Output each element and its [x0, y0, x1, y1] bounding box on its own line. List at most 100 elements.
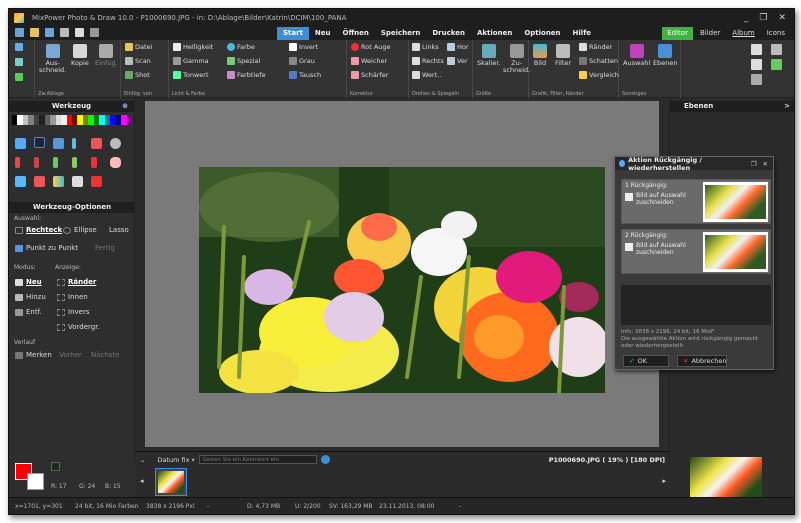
remember-button[interactable]: Merken	[15, 351, 52, 359]
cancel-button[interactable]: ✕ Abbrechen	[677, 355, 727, 367]
minimize-button[interactable]: _	[744, 13, 749, 23]
clone-tool-icon[interactable]	[72, 157, 77, 168]
menu-aktionen[interactable]: Aktionen	[471, 27, 518, 40]
brightness-button[interactable]: Helligkeit	[173, 43, 213, 51]
zoom-icon[interactable]	[15, 73, 23, 81]
filmstrip-next-icon[interactable]: ▸	[662, 477, 666, 485]
color-depth-button[interactable]: Farbtiefe	[227, 71, 266, 79]
copy-button[interactable]: Kopie	[71, 44, 89, 67]
pen-tool-icon[interactable]	[34, 157, 39, 168]
screenshot-button[interactable]: Shot	[125, 71, 150, 79]
display-borders-option[interactable]: Ränder	[57, 278, 96, 286]
fit-icon[interactable]	[15, 58, 23, 66]
brush-tool-icon[interactable]	[91, 138, 102, 149]
undo-step-2[interactable]: 2 Rückgängig: Bild auf Auswahl zuschneid…	[621, 229, 771, 274]
invert-button[interactable]: Invert	[289, 43, 318, 51]
sort-dropdown[interactable]: Datum fix	[157, 456, 189, 464]
view-compare-icon[interactable]	[751, 74, 762, 85]
layers-collapse-icon[interactable]: >	[784, 101, 790, 112]
color-palette[interactable]	[12, 115, 132, 125]
maximize-button[interactable]: ❐	[759, 13, 767, 23]
previous-button[interactable]: Vorher	[59, 351, 82, 359]
keyword-search-input[interactable]: Geben Sie ein Kennwort ein	[198, 455, 317, 464]
filmstrip-prev-icon[interactable]: ◂	[140, 477, 144, 485]
sort-dropdown-arrow-icon[interactable]: ▾	[191, 456, 194, 464]
undo-step-1[interactable]: 1 Rückgängig: Bild auf Auswahl zuschneid…	[621, 179, 771, 224]
collapse-icon[interactable]: ⌄	[140, 456, 145, 464]
mode-bilder[interactable]: Bilder	[695, 27, 725, 40]
shape-tool-icon[interactable]	[34, 176, 45, 187]
menu-optionen[interactable]: Optionen	[518, 27, 566, 40]
spray-tool-icon[interactable]	[91, 157, 97, 168]
view-image-icon[interactable]	[771, 59, 782, 70]
menu-neu[interactable]: Neu	[309, 27, 337, 40]
menu-start[interactable]: Start	[277, 27, 309, 40]
rectangle-option[interactable]: Rechteck	[15, 226, 62, 234]
open-icon[interactable]	[30, 28, 39, 37]
menu-oeffnen[interactable]: Öffnen	[337, 27, 375, 40]
display-inside-option[interactable]: Innen	[57, 293, 88, 301]
dialog-close-button[interactable]: ✕	[763, 160, 768, 168]
rotate-left-button[interactable]: Links	[412, 43, 439, 51]
mode-album[interactable]: Album	[727, 27, 759, 40]
red-eye-button[interactable]: Rot Auge	[351, 43, 391, 51]
copy-icon[interactable]	[75, 28, 84, 37]
filmstrip-thumbnail[interactable]	[155, 468, 187, 496]
softer-button[interactable]: Weicher	[351, 57, 387, 65]
close-button[interactable]: ✕	[778, 13, 786, 23]
palette-swatch[interactable]	[126, 115, 132, 125]
text-tool-icon[interactable]	[15, 176, 26, 187]
menu-hilfe[interactable]: Hilfe	[567, 27, 597, 40]
eraser-tool-icon[interactable]	[110, 157, 121, 168]
special-button[interactable]: Spezial	[227, 57, 260, 65]
gradient-tool-icon[interactable]	[72, 176, 83, 187]
gamma-button[interactable]: Gamma	[173, 57, 209, 65]
paste-button[interactable]: Einfüg.	[95, 44, 118, 67]
fill-tool-icon[interactable]	[53, 176, 64, 187]
effect-tool-icon[interactable]	[91, 176, 102, 187]
mode-new-option[interactable]: Neu	[15, 278, 42, 286]
levels-button[interactable]: Tonwert	[173, 71, 209, 79]
grayscale-button[interactable]: Grau	[289, 57, 315, 65]
flip-horizontal-button[interactable]: Hor	[447, 43, 469, 51]
transform-tool-icon[interactable]	[53, 138, 64, 149]
view-grid-icon[interactable]	[751, 44, 762, 55]
canvas[interactable]	[145, 101, 659, 447]
dialog-restore-button[interactable]: ❐	[751, 160, 757, 168]
background-color-swatch[interactable]	[51, 462, 60, 471]
rect-select-tool-icon[interactable]	[34, 137, 45, 148]
help-icon[interactable]	[320, 455, 330, 464]
next-button[interactable]: Nächste	[91, 351, 120, 359]
zoom-tool-icon[interactable]	[110, 138, 121, 149]
mode-remove-option[interactable]: Entf.	[15, 308, 42, 316]
image-button[interactable]: Bild	[533, 44, 547, 67]
ok-button[interactable]: ✓ OK	[623, 355, 669, 367]
swap-button[interactable]: Tausch	[289, 71, 321, 79]
ellipse-option[interactable]: Ellipse	[63, 226, 97, 234]
settings-icon[interactable]	[90, 28, 99, 37]
layers-button[interactable]: Ebenen	[653, 44, 677, 67]
scan-button[interactable]: Scan	[125, 57, 151, 65]
view-list-icon[interactable]	[771, 44, 782, 55]
cut-button[interactable]: Aus- schneid.	[39, 44, 66, 74]
selection-button[interactable]: Auswahl	[623, 44, 650, 67]
menu-drucken[interactable]: Drucken	[426, 27, 471, 40]
mode-editor[interactable]: Editor	[662, 27, 693, 40]
done-button[interactable]: Fertig	[95, 244, 115, 252]
view-single-icon[interactable]	[751, 59, 762, 70]
navigator-preview[interactable]	[690, 457, 762, 497]
shadow-button[interactable]: Schatten	[579, 57, 618, 65]
airbrush-tool-icon[interactable]	[53, 157, 58, 168]
rotate-right-button[interactable]: Rechts	[412, 57, 444, 65]
mode-add-option[interactable]: Hinzu	[15, 293, 46, 301]
undo-icon[interactable]	[15, 43, 23, 51]
crop-button[interactable]: Zu- schneid.	[503, 44, 530, 74]
rotate-value-button[interactable]: Wert..	[412, 71, 441, 79]
borders-button[interactable]: Ränder	[579, 43, 612, 51]
display-inverse-option[interactable]: Invers	[57, 308, 89, 316]
flower-photo[interactable]	[199, 167, 605, 393]
color-button[interactable]: Farbe	[227, 43, 255, 51]
line-tool-icon[interactable]	[72, 138, 76, 149]
point-to-point-option[interactable]: Punkt zu Punkt	[15, 244, 78, 252]
tool-panel-close-icon[interactable]: ⊗	[122, 101, 128, 112]
